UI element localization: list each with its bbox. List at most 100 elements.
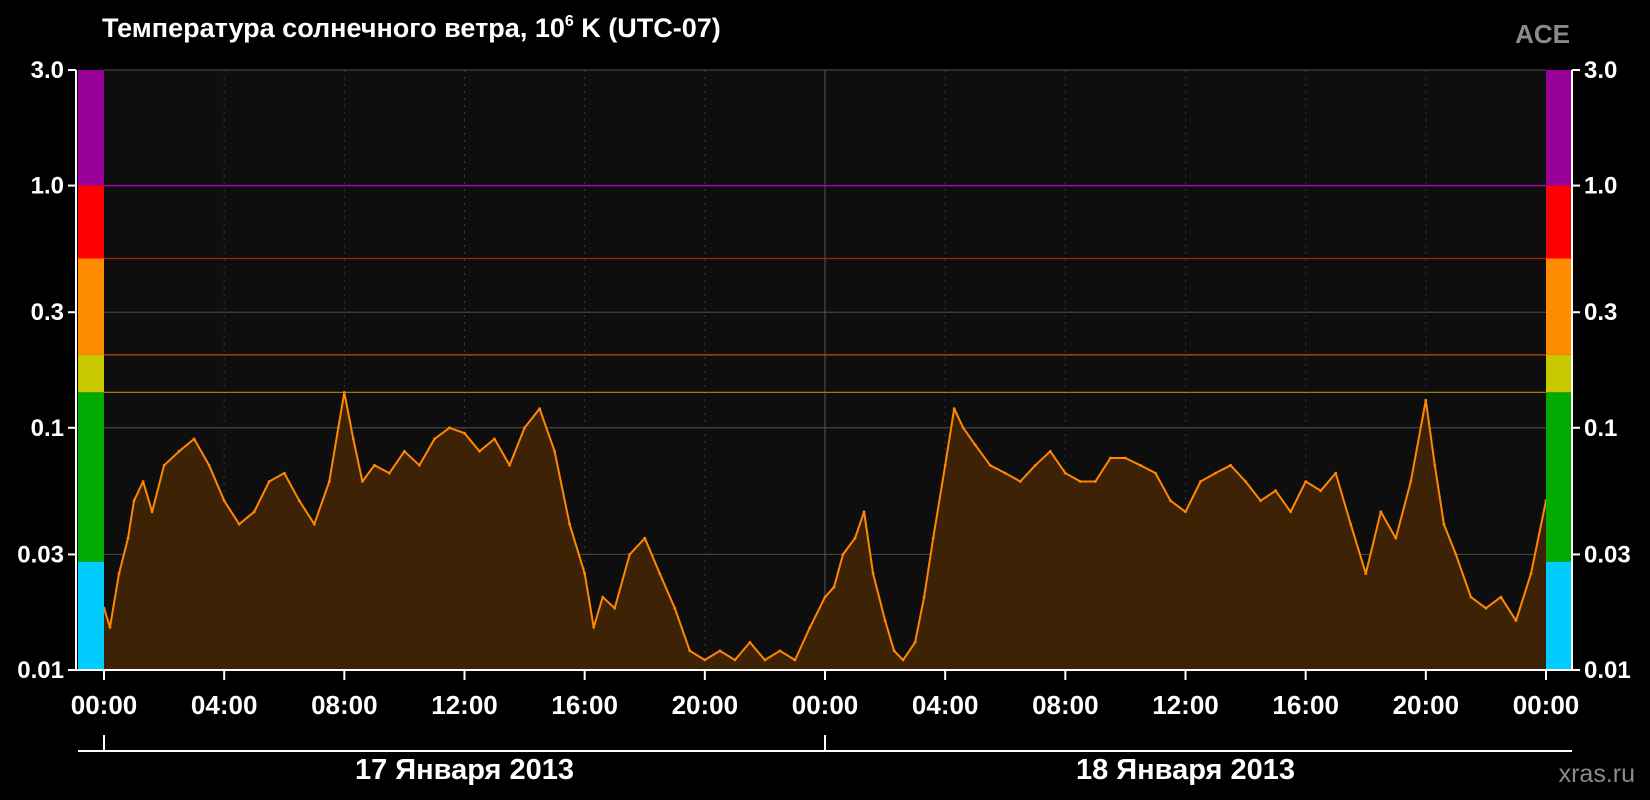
data-point <box>1229 463 1232 467</box>
level-band-right <box>1546 354 1572 393</box>
data-point <box>1048 449 1052 453</box>
data-point <box>1214 471 1217 475</box>
brand-label: ACE <box>1515 19 1570 49</box>
data-point <box>1124 456 1127 460</box>
data-point <box>601 595 605 599</box>
data-point <box>922 595 926 599</box>
x-tick-label: 12:00 <box>1152 690 1219 720</box>
data-point <box>403 449 406 453</box>
data-point <box>643 536 647 540</box>
data-point <box>141 480 145 483</box>
data-point <box>583 572 587 575</box>
data-point <box>336 426 340 430</box>
data-point <box>342 391 346 394</box>
x-tick-label: 04:00 <box>912 690 979 720</box>
x-tick-labels: 00:00 04:00 08:00 12:00 16:00 20:00 00:00 04:00… <box>71 690 1580 720</box>
site-label: xras.ru <box>1559 760 1635 788</box>
data-point <box>418 463 421 467</box>
data-point <box>351 437 355 441</box>
data-point <box>943 463 947 467</box>
data-point <box>1184 510 1187 514</box>
level-band-left <box>78 70 104 186</box>
data-point <box>252 510 256 514</box>
data-point <box>523 426 526 430</box>
y-tick-label-left: 3.0 <box>31 57 64 84</box>
level-band-left <box>78 258 104 355</box>
data-point <box>463 431 466 435</box>
y-tick-label-left: 0.01 <box>17 657 64 684</box>
data-point <box>613 606 617 610</box>
data-point <box>1442 522 1446 526</box>
data-point <box>973 443 977 447</box>
y-tick-label-right: 0.1 <box>1584 415 1617 442</box>
chart-title: Температура солнечного ветра, 106 K (UTC… <box>102 13 721 43</box>
data-point <box>207 463 211 467</box>
data-point <box>1469 595 1473 599</box>
data-point <box>1529 572 1533 575</box>
x-tick-label: 16:00 <box>551 690 618 720</box>
data-point <box>1139 463 1142 467</box>
data-point <box>553 449 556 453</box>
data-point <box>832 585 836 589</box>
level-band-left <box>78 561 104 670</box>
data-point <box>988 463 992 467</box>
data-point <box>1319 489 1323 493</box>
x-tick-label: 08:00 <box>311 690 378 720</box>
data-point <box>1094 480 1097 483</box>
data-point <box>628 553 632 556</box>
data-point <box>433 437 436 441</box>
data-point <box>1018 480 1022 483</box>
data-point <box>1499 595 1503 599</box>
level-band-left <box>78 392 104 562</box>
data-point <box>748 641 752 644</box>
data-point <box>1199 480 1202 483</box>
y-tick-label-right: 0.03 <box>1584 541 1631 568</box>
data-point <box>703 658 707 662</box>
x-tick-label: 00:00 <box>71 690 138 720</box>
data-point <box>592 625 596 629</box>
level-band-right <box>1546 70 1572 186</box>
data-point <box>448 426 451 430</box>
data-point <box>793 658 797 662</box>
data-point <box>688 649 692 653</box>
data-point <box>1169 499 1172 503</box>
data-point <box>952 407 956 410</box>
data-point <box>1364 572 1368 575</box>
data-point <box>177 449 181 453</box>
data-point <box>673 606 677 610</box>
data-point <box>538 407 541 410</box>
data-point <box>117 572 121 575</box>
y-tick-label-left: 0.3 <box>31 299 64 326</box>
date-label: 17 Января 2013 <box>355 754 574 786</box>
data-point <box>961 426 965 430</box>
x-tick-label: 04:00 <box>191 690 258 720</box>
data-point <box>1484 606 1488 610</box>
level-band-right <box>1546 258 1572 355</box>
x-tick-label: 12:00 <box>431 690 498 720</box>
data-point <box>568 522 571 526</box>
date-axis: 17 Января 2013 18 Января 2013 <box>78 735 1572 786</box>
x-tick-label: 00:00 <box>792 690 859 720</box>
data-point <box>883 619 887 622</box>
data-point <box>1454 553 1458 556</box>
y-tick-label-left: 0.03 <box>17 541 64 568</box>
data-point <box>1514 619 1518 622</box>
level-band-left <box>78 354 104 393</box>
data-point <box>862 510 866 514</box>
x-tick-label: 20:00 <box>1393 690 1460 720</box>
data-point <box>478 449 481 453</box>
data-point <box>718 649 722 653</box>
data-point <box>508 463 511 467</box>
data-point <box>1379 510 1383 514</box>
x-tick-label: 00:00 <box>1513 690 1580 720</box>
y-tick-label-right: 0.01 <box>1584 657 1631 684</box>
data-point <box>237 522 241 526</box>
level-band-right <box>1546 561 1572 670</box>
level-band-right <box>1546 185 1572 259</box>
data-point <box>493 437 496 441</box>
data-point <box>808 625 812 629</box>
data-point <box>1154 471 1157 475</box>
data-point <box>1289 510 1292 514</box>
data-point <box>901 658 905 662</box>
data-point <box>913 641 917 644</box>
